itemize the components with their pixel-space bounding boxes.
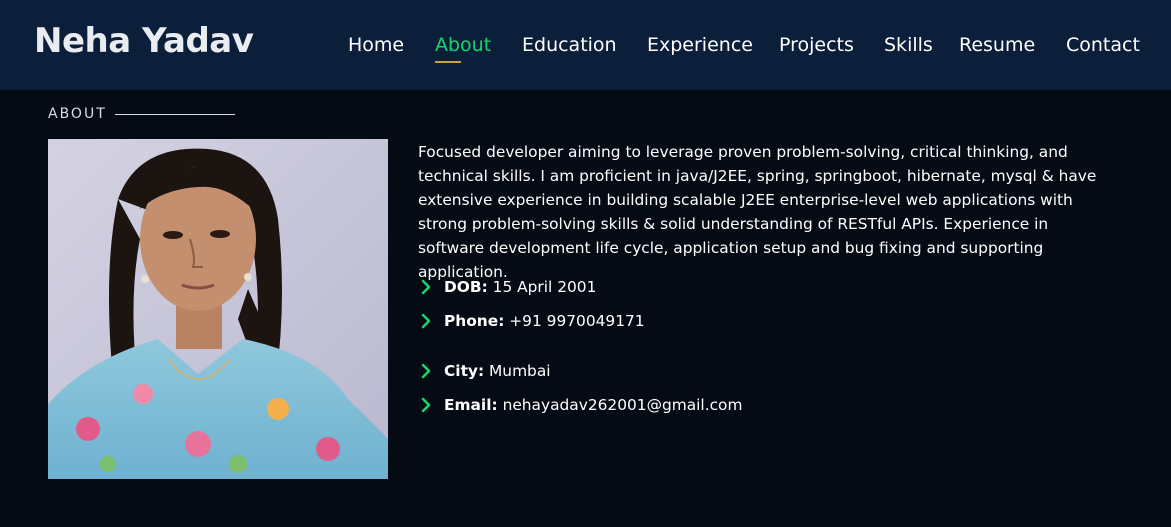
active-nav-underline [435,61,461,63]
chevron-right-icon [420,275,444,295]
info-city-value: Mumbai [489,362,551,380]
nav-home[interactable]: Home [348,32,404,58]
info-dob-label: DOB: [444,278,488,296]
chevron-right-icon [420,309,444,329]
info-email-label: Email: [444,396,498,414]
nav-projects[interactable]: Projects [779,32,854,58]
section-title-line [115,114,235,115]
info-city: City: Mumbai [420,359,551,383]
about-description: Focused developer aiming to leverage pro… [418,143,1097,281]
main-nav: Home About Education Experience Projects… [0,0,1171,90]
info-phone-label: Phone: [444,312,505,330]
info-city-label: City: [444,362,485,380]
section-title: ABOUT [48,106,107,122]
nav-about-label: About [435,34,492,56]
info-email-value[interactable]: nehayadav262001@gmail.com [503,396,743,414]
info-dob-value: 15 April 2001 [492,278,597,296]
chevron-right-icon [420,393,444,413]
nav-resume[interactable]: Resume [959,32,1035,58]
chevron-right-icon [420,359,444,379]
site-header: Neha Yadav Home About Education Experien… [0,0,1171,90]
info-email: Email: nehayadav262001@gmail.com [420,393,742,417]
nav-skills[interactable]: Skills [884,32,933,58]
nav-contact[interactable]: Contact [1066,32,1140,58]
nav-experience[interactable]: Experience [647,32,753,58]
info-phone: Phone: +91 9970049171 [420,309,645,333]
info-phone-value: +91 9970049171 [509,312,645,330]
nav-education[interactable]: Education [522,32,617,58]
nav-about[interactable]: About [435,32,492,63]
profile-photo [48,139,388,479]
info-dob: DOB: 15 April 2001 [420,275,596,299]
